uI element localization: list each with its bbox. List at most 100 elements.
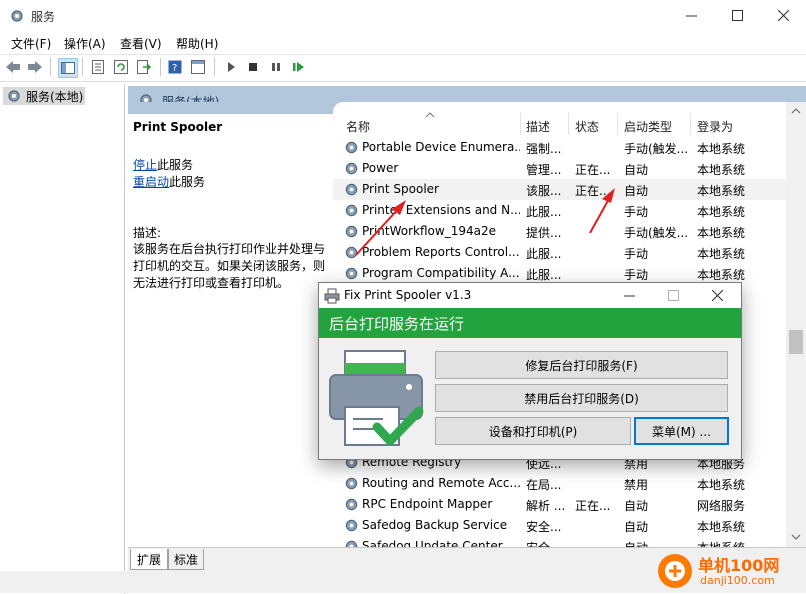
help-button[interactable]: ? bbox=[166, 58, 184, 76]
console-tree-icon bbox=[61, 62, 75, 74]
pane-header-filler bbox=[128, 102, 332, 114]
table-cell: 在局... bbox=[526, 478, 562, 492]
tab-extended[interactable]: 扩展 bbox=[130, 549, 168, 570]
console-tree-button[interactable] bbox=[58, 58, 78, 78]
table-row[interactable]: Safedog Backup Service 安全... 自动 本地系统 bbox=[333, 515, 786, 536]
minimize-icon bbox=[685, 15, 697, 17]
refresh-icon bbox=[114, 60, 128, 74]
help-icon: ? bbox=[168, 60, 182, 74]
arrow-head-icon bbox=[602, 188, 615, 203]
column-header-startup-type[interactable]: 启动类型 bbox=[624, 118, 672, 135]
toolbar-separator bbox=[50, 58, 51, 76]
service-gear-icon bbox=[345, 519, 358, 532]
pause-service-button[interactable] bbox=[267, 58, 285, 76]
column-separator bbox=[568, 113, 569, 135]
minimize-button[interactable] bbox=[668, 0, 714, 31]
restart-service-link[interactable]: 重启动 bbox=[133, 175, 169, 189]
table-cell: 本地系统 bbox=[697, 268, 746, 282]
back-button[interactable] bbox=[4, 58, 22, 76]
sort-ascending-icon bbox=[425, 112, 435, 118]
service-title: Print Spooler bbox=[133, 120, 223, 134]
forward-button[interactable] bbox=[26, 58, 44, 76]
properties-icon bbox=[92, 60, 104, 74]
maximize-icon bbox=[731, 10, 743, 21]
table-cell: 自动 bbox=[624, 163, 649, 177]
menu-file[interactable]: 文件(F) bbox=[11, 35, 51, 52]
table-cell: 网络服务 bbox=[697, 499, 746, 513]
action-pane-button[interactable] bbox=[189, 58, 207, 76]
table-cell: 此服... bbox=[526, 268, 562, 282]
close-icon bbox=[711, 290, 723, 301]
tab-standard[interactable]: 标准 bbox=[168, 549, 204, 570]
menu-help[interactable]: 帮助(H) bbox=[176, 35, 218, 52]
column-header-log-on-as[interactable]: 登录为 bbox=[697, 118, 733, 135]
table-cell: 本地系统 bbox=[697, 142, 746, 156]
service-gear-icon bbox=[345, 477, 358, 490]
scrollbar-thumb[interactable] bbox=[789, 330, 803, 354]
dialog-title-bar: Fix Print Spooler v1.3 bbox=[319, 283, 741, 308]
description-label: 描述: bbox=[133, 226, 162, 240]
table-cell: 本地系统 bbox=[697, 163, 746, 177]
service-gear-icon bbox=[345, 498, 358, 511]
column-header-status[interactable]: 状态 bbox=[575, 118, 599, 135]
table-cell: Routing and Remote Acc... bbox=[362, 476, 520, 490]
table-row[interactable]: Routing and Remote Acc... 在局... 禁用 本地系统 bbox=[333, 473, 786, 494]
watermark-logo-icon bbox=[658, 554, 692, 588]
toolbar-separator bbox=[160, 58, 161, 76]
column-header-description[interactable]: 描述 bbox=[526, 118, 550, 135]
table-row[interactable]: Program Compatibility A... 此服... 手动 本地系统 bbox=[333, 263, 786, 284]
table-cell: 正在... bbox=[575, 499, 611, 513]
description-text: 该服务在后台执行打印作业并处理与 打印机的交互。如果关闭该服务，则 无法进行打印… bbox=[133, 241, 325, 292]
toolbar-separator bbox=[214, 58, 215, 76]
stop-suffix: 此服务 bbox=[157, 158, 194, 172]
restart-icon bbox=[293, 62, 304, 72]
table-cell: 自动 bbox=[624, 184, 649, 198]
disable-spooler-button[interactable]: 禁用后台打印服务(D) bbox=[435, 384, 728, 412]
description-line: 该服务在后台执行打印作业并处理与 bbox=[133, 242, 326, 256]
title-bar: 服务 bbox=[0, 0, 806, 31]
refresh-button[interactable] bbox=[112, 58, 130, 76]
menu-action[interactable]: 操作(A) bbox=[64, 35, 106, 52]
tab-label: 扩展 bbox=[136, 552, 161, 567]
close-icon bbox=[777, 10, 789, 21]
table-row[interactable]: RPC Endpoint Mapper 解析 ... 正在... 自动 网络服务 bbox=[333, 494, 786, 515]
vertical-scrollbar[interactable] bbox=[786, 102, 806, 547]
start-service-button[interactable] bbox=[222, 58, 240, 76]
tree-item-services-local[interactable]: 服务(本地) bbox=[3, 87, 85, 105]
description-line: 打印机的交互。如果关闭该服务，则 bbox=[133, 259, 326, 273]
table-cell: 手动 bbox=[624, 247, 649, 261]
repair-spooler-button[interactable]: 修复后台打印服务(F) bbox=[435, 351, 728, 379]
annotation-arrows bbox=[355, 188, 615, 256]
dialog-status-banner: 后台打印服务在运行 bbox=[319, 308, 741, 338]
column-separator bbox=[617, 113, 618, 135]
minimize-icon bbox=[623, 295, 635, 297]
printer-check-icon bbox=[329, 350, 424, 446]
dialog-minimize-button[interactable] bbox=[607, 283, 651, 308]
stop-service-button[interactable] bbox=[244, 58, 262, 76]
column-header-name[interactable]: 名称 bbox=[346, 118, 370, 135]
properties-button[interactable] bbox=[89, 58, 107, 76]
column-separator bbox=[690, 113, 691, 135]
close-button[interactable] bbox=[760, 0, 806, 31]
table-cell: Portable Device Enumera... bbox=[362, 140, 520, 154]
service-gear-icon bbox=[345, 162, 358, 175]
play-icon bbox=[228, 62, 235, 72]
window-title: 服务 bbox=[31, 10, 56, 24]
table-cell: 正在... bbox=[575, 163, 611, 177]
menu-view[interactable]: 查看(V) bbox=[120, 35, 162, 52]
services-gear-icon bbox=[8, 90, 20, 102]
tree-item-label: 服务(本地) bbox=[26, 89, 84, 104]
table-cell: 手动(触发... bbox=[624, 142, 689, 156]
export-button[interactable] bbox=[135, 58, 153, 76]
table-row[interactable]: Portable Device Enumera... 强制... 手动(触发... 本… bbox=[333, 137, 786, 158]
scroll-up-icon bbox=[791, 108, 801, 114]
stop-service-link[interactable]: 停止 bbox=[133, 158, 157, 172]
maximize-button[interactable] bbox=[714, 0, 760, 31]
table-cell: 手动 bbox=[624, 268, 649, 282]
restart-service-button[interactable] bbox=[290, 58, 308, 76]
table-row[interactable]: Power 管理... 正在... 自动 本地系统 bbox=[333, 158, 786, 179]
dialog-close-button[interactable] bbox=[695, 283, 739, 308]
menu-button[interactable]: 菜单(M) ... bbox=[634, 417, 729, 445]
devices-and-printers-button[interactable]: 设备和打印机(P) bbox=[435, 417, 631, 445]
table-cell: 本地系统 bbox=[697, 520, 746, 534]
